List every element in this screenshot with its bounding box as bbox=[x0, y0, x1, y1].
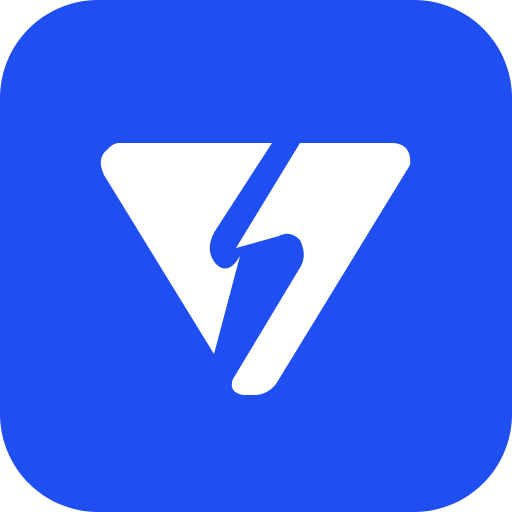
app-icon-tile[interactable] bbox=[0, 0, 512, 512]
logo-left-wedge bbox=[100, 143, 272, 354]
v-logo-icon bbox=[100, 143, 411, 395]
logo-right-wedge bbox=[231, 143, 411, 395]
